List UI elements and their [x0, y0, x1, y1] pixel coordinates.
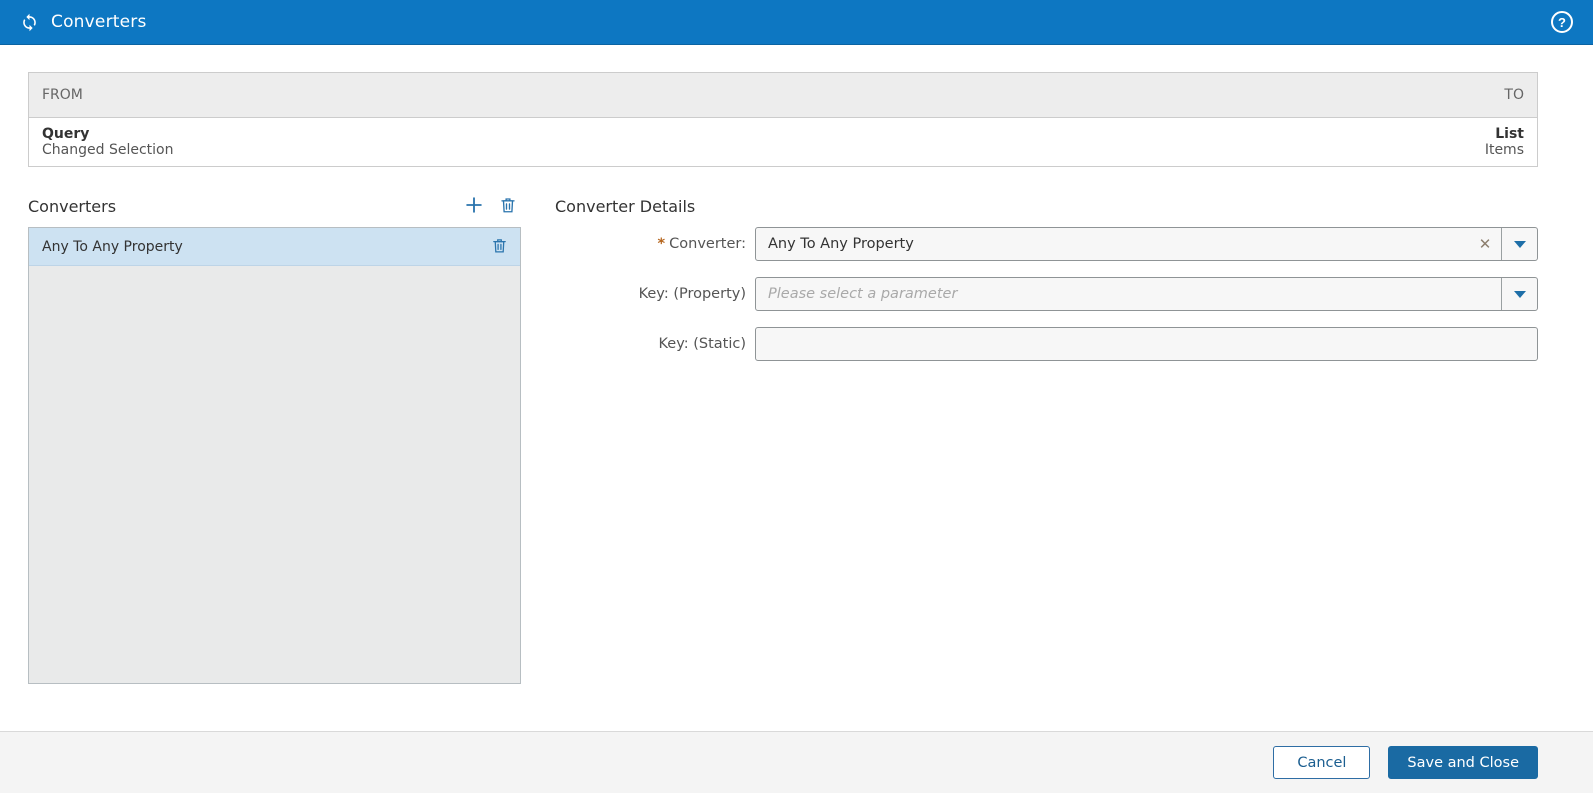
footer-bar: Cancel Save and Close	[0, 731, 1593, 793]
converter-dropdown-button[interactable]	[1501, 228, 1537, 260]
converter-list: Any To Any Property	[28, 227, 521, 684]
mapping-table-row: Query Changed Selection List Items	[29, 118, 1537, 166]
key-static-field	[755, 327, 1538, 361]
panels-region: Converters Any To Any Property Converter…	[28, 191, 1538, 684]
page-title: Converters	[51, 12, 147, 32]
key-static-field-row: Key: (Static)	[555, 327, 1538, 361]
converter-label-text: Converter:	[669, 236, 746, 252]
converter-input[interactable]	[756, 228, 1469, 260]
title-bar: Converters ?	[0, 0, 1593, 45]
converters-panel: Converters Any To Any Property	[28, 191, 521, 684]
key-static-label: Key: (Static)	[658, 336, 746, 352]
key-property-label: Key: (Property)	[638, 286, 746, 302]
converter-combobox: ✕	[755, 227, 1538, 261]
plus-icon	[463, 194, 485, 219]
details-panel-header: Converter Details	[555, 191, 1538, 221]
details-panel-title: Converter Details	[555, 196, 696, 216]
chevron-down-icon	[1513, 240, 1526, 248]
from-column-header: FROM	[42, 87, 83, 103]
main-content: FROM TO Query Changed Selection List Ite…	[0, 45, 1593, 731]
delete-converter-button[interactable]	[495, 193, 521, 219]
key-property-combobox	[755, 277, 1538, 311]
mapping-table: FROM TO Query Changed Selection List Ite…	[28, 72, 1538, 167]
converter-field-row: *Converter: ✕	[555, 227, 1538, 261]
key-static-input[interactable]	[756, 328, 1537, 360]
converter-details-panel: Converter Details *Converter: ✕ Key: (Pr…	[555, 191, 1538, 684]
to-primary-text: List	[1495, 126, 1524, 142]
converters-panel-header: Converters	[28, 191, 521, 221]
sync-icon	[20, 13, 39, 32]
key-property-input[interactable]	[756, 278, 1501, 310]
to-secondary-text: Items	[1484, 142, 1524, 158]
key-property-field-row: Key: (Property)	[555, 277, 1538, 311]
key-property-dropdown-button[interactable]	[1501, 278, 1537, 310]
mapping-table-header: FROM TO	[29, 73, 1537, 118]
delete-item-button[interactable]	[488, 236, 510, 258]
from-cell: Query Changed Selection	[42, 126, 173, 158]
trash-icon	[491, 237, 508, 257]
chevron-down-icon	[1513, 290, 1526, 298]
converter-item-label: Any To Any Property	[42, 238, 183, 255]
required-marker: *	[657, 236, 666, 252]
converters-panel-title: Converters	[28, 196, 117, 216]
converter-field-label: * Converter:	[555, 236, 755, 252]
help-icon[interactable]: ?	[1551, 11, 1573, 33]
to-column-header: TO	[1504, 87, 1524, 103]
save-and-close-button[interactable]: Save and Close	[1388, 746, 1538, 779]
trash-icon	[499, 196, 517, 217]
add-converter-button[interactable]	[461, 193, 487, 219]
clear-icon[interactable]: ✕	[1469, 228, 1501, 260]
converter-list-item[interactable]: Any To Any Property	[29, 228, 520, 266]
to-cell: List Items	[1485, 126, 1524, 158]
cancel-button[interactable]: Cancel	[1273, 746, 1371, 779]
from-secondary-text: Changed Selection	[42, 142, 174, 158]
from-primary-text: Query	[42, 126, 90, 142]
